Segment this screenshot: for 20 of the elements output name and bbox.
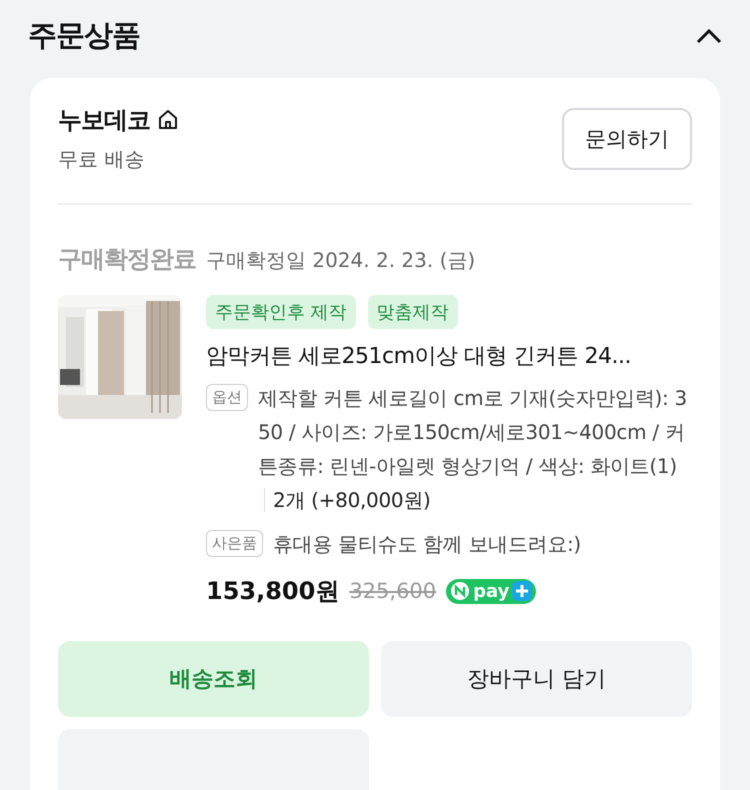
option-label: 옵션 — [206, 384, 248, 411]
shipping-info: 무료 배송 — [58, 146, 146, 173]
tag: 주문확인후 제작 — [206, 295, 356, 329]
gift-text: 휴대용 물티슈도 함께 보내드려요:) — [273, 531, 581, 558]
original-price: 325,600 — [349, 579, 436, 603]
npay-badge: pay — [446, 578, 536, 604]
tag: 맞춤제작 — [368, 295, 458, 329]
section-title: 주문상품 — [28, 17, 140, 54]
confirmed-date: 구매확정일 2024. 2. 23. (금) — [206, 247, 476, 274]
price: 153,800원 — [206, 576, 340, 607]
option-text: 제작할 커튼 세로길이 cm로 기재(숫자만입력): 350 / 사이즈: 가로150cm/세로301~400cm / 커튼종류: 린넨-아일렛 형상기억 / 색상: 화이트(1) 2개 (+80,000원) — [258, 385, 688, 514]
product-title[interactable]: 암막커튼 세로251cm이상 대형 긴커튼 24... — [206, 341, 692, 371]
action-button[interactable]: 배송조회 — [58, 641, 369, 717]
action-button[interactable]: 장바구니 담기 — [381, 641, 692, 717]
order-status: 구매확정완료 — [58, 244, 196, 275]
inquiry-button[interactable]: 문의하기 — [562, 108, 692, 170]
home-icon[interactable] — [156, 108, 180, 132]
seller-name[interactable]: 누보데코 — [58, 104, 150, 136]
gift-label: 사은품 — [206, 530, 263, 557]
chevron-up-icon[interactable] — [696, 28, 722, 44]
